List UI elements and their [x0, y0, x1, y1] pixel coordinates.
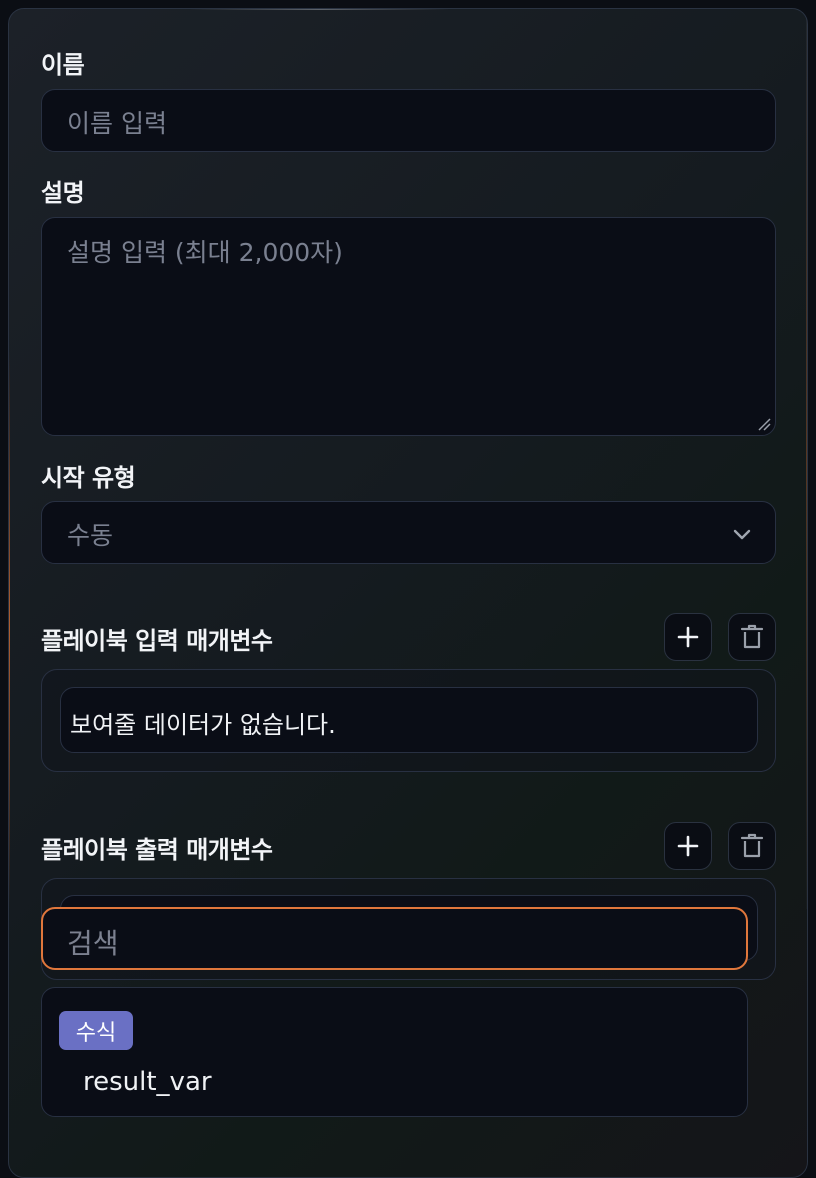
- output-param-search-input[interactable]: 검색: [41, 907, 748, 970]
- delete-input-param-button[interactable]: [728, 613, 776, 661]
- output-param-dropdown: 수식 result_var: [41, 987, 748, 1117]
- start-type-value: 수동: [67, 521, 114, 550]
- name-input[interactable]: 이름 입력: [41, 89, 776, 152]
- input-params-container: 보여줄 데이터가 없습니다.: [41, 669, 776, 772]
- empty-state-text: 보여줄 데이터가 없습니다.: [70, 711, 336, 739]
- start-type-select[interactable]: 수동: [41, 501, 776, 564]
- search-placeholder: 검색: [67, 927, 119, 960]
- plus-icon: [677, 626, 699, 648]
- add-input-param-button[interactable]: [664, 613, 712, 661]
- delete-output-param-button[interactable]: [728, 822, 776, 870]
- dropdown-option-result-var[interactable]: result_var: [83, 1067, 212, 1097]
- start-type-label: 시작 유형: [41, 464, 136, 492]
- input-params-empty-state: 보여줄 데이터가 없습니다.: [60, 687, 758, 753]
- plus-icon: [677, 835, 699, 857]
- input-params-label: 플레이북 입력 매개변수: [41, 627, 273, 655]
- panel-top-highlight: [189, 9, 449, 10]
- description-textarea[interactable]: 설명 입력 (최대 2,000자): [41, 217, 776, 436]
- description-label: 설명: [41, 179, 85, 207]
- output-params-label: 플레이북 출력 매개변수: [41, 836, 273, 864]
- trash-icon: [740, 833, 764, 858]
- description-placeholder: 설명 입력 (최대 2,000자): [67, 238, 343, 267]
- chevron-down-icon: [733, 529, 751, 540]
- trash-icon: [740, 624, 764, 649]
- formula-badge: 수식: [59, 1011, 133, 1050]
- playbook-form-panel: 이름 이름 입력 설명 설명 입력 (최대 2,000자) 시작 유형 수동 플…: [8, 8, 808, 1178]
- name-input-placeholder: 이름 입력: [67, 109, 167, 138]
- name-label: 이름: [41, 51, 85, 79]
- add-output-param-button[interactable]: [664, 822, 712, 870]
- resize-handle-icon[interactable]: [757, 417, 771, 431]
